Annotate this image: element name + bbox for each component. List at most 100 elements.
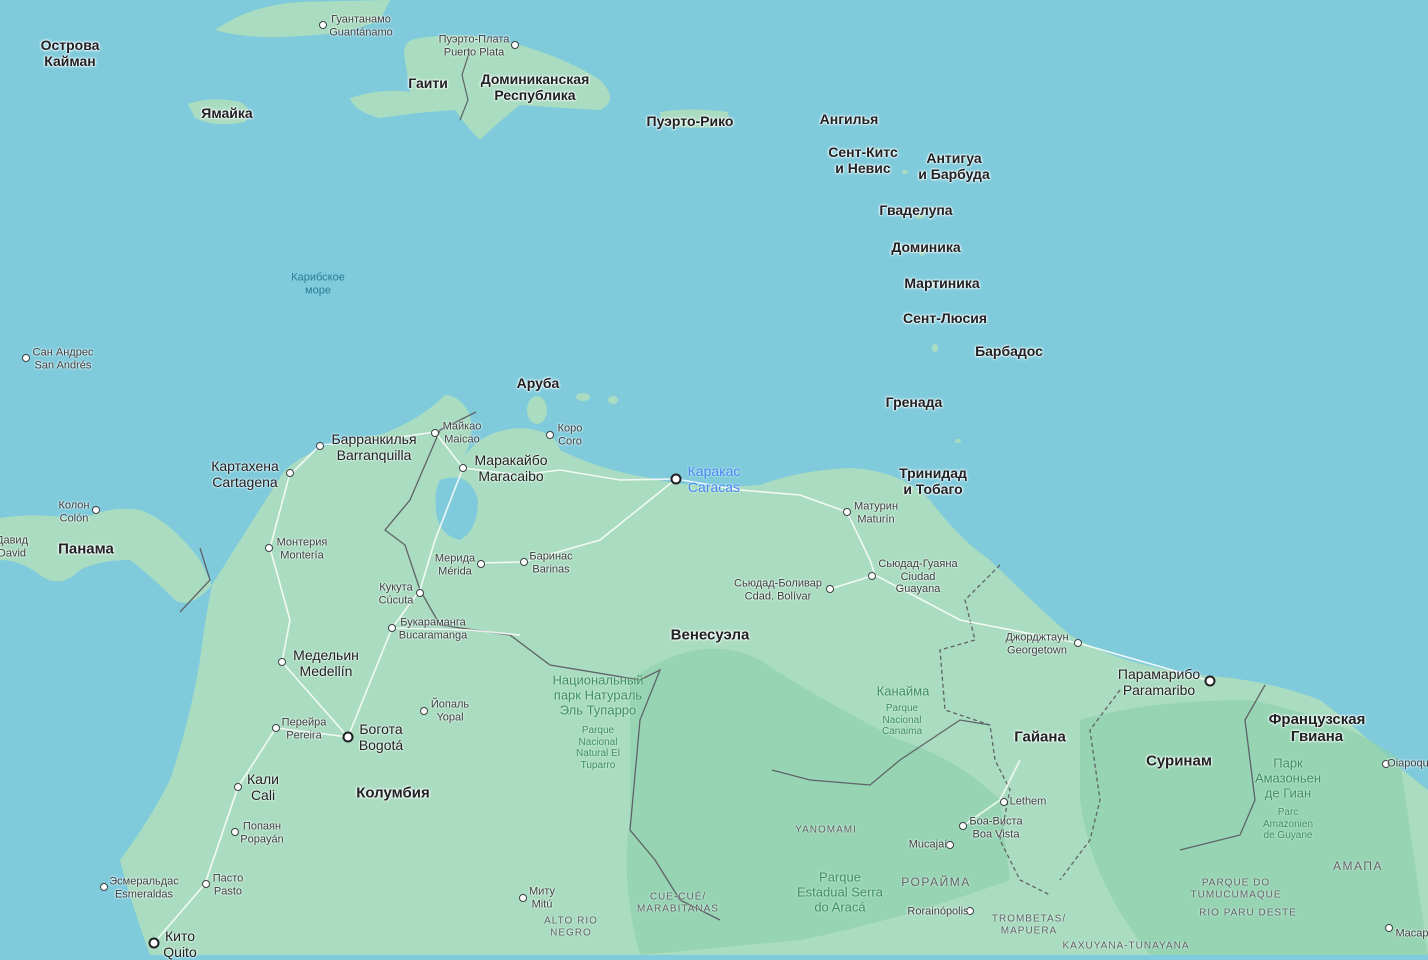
label-puerto-rico[interactable]: Пуэрто-Рико [647, 113, 734, 129]
city-dot-barranquilla[interactable] [316, 442, 324, 450]
label-esmeraldas[interactable]: Эсмеральдас Esmeraldas [109, 875, 179, 900]
label-antigua[interactable]: Антигуа и Барбуда [918, 150, 989, 182]
label-barinas[interactable]: Баринас Barinas [529, 550, 572, 575]
label-mucajai[interactable]: Mucajaí [909, 839, 948, 852]
label-maturin[interactable]: Матурин Maturín [854, 500, 898, 525]
label-georgetown[interactable]: Джорджтаун Georgetown [1005, 631, 1068, 656]
label-dominica[interactable]: Доминика [891, 239, 960, 255]
capital-dot-quito[interactable] [148, 937, 160, 949]
label-trinidad[interactable]: Тринидад и Тобаго [899, 465, 967, 497]
label-roraima[interactable]: РОРАЙМА [901, 875, 970, 890]
label-ciudad-guayana[interactable]: Сьюдад-Гуаяна Ciudad Guayana [878, 558, 957, 596]
capital-dot-paramaribo[interactable] [1204, 675, 1216, 687]
label-paramaribo[interactable]: Парамарибо Paramaribo [1118, 666, 1200, 698]
city-dot-medellin[interactable] [278, 658, 286, 666]
label-tuparro-park-es[interactable]: Parque Nacional Natural El Tuparro [576, 725, 620, 771]
label-haiti[interactable]: Гаити [408, 75, 448, 91]
label-venezuela[interactable]: Венесуэла [671, 626, 750, 643]
label-colombia[interactable]: Колумбия [356, 784, 430, 801]
label-tuparro-park[interactable]: Национальный парк Натураль Эль Тупарро [552, 673, 643, 719]
label-cali[interactable]: Кали Cali [247, 771, 279, 803]
label-mitu[interactable]: Миту Mitú [529, 885, 555, 910]
label-amazonien-park-fr[interactable]: Parc Amazonien de Guyane [1263, 807, 1313, 842]
city-dot-maturin[interactable] [843, 508, 851, 516]
label-canaima-park-es[interactable]: Parque Nacional Canaima [882, 703, 922, 738]
city-dot-san-andres[interactable] [22, 354, 30, 362]
label-maicao[interactable]: Майкао Maicao [443, 420, 482, 445]
label-amazonien-park[interactable]: Парк Амазоньен де Гиан [1255, 756, 1321, 802]
label-bogota[interactable]: Богота Bogotá [359, 721, 403, 753]
city-dot-maracaibo[interactable] [459, 464, 467, 472]
city-dot-cucuta[interactable] [416, 589, 424, 597]
label-anguilla[interactable]: Ангилья [820, 111, 879, 127]
city-dot-popayan[interactable] [231, 828, 239, 836]
city-dot-maicao[interactable] [431, 429, 439, 437]
city-dot-lethem[interactable] [1000, 798, 1008, 806]
label-boa-vista[interactable]: Боа-Виста Boa Vista [969, 815, 1022, 840]
label-oiapoque[interactable]: Oiapoque [1387, 758, 1428, 771]
city-dot-guantanamo[interactable] [319, 21, 327, 29]
label-french-guiana[interactable]: Французская Гвиана [1269, 711, 1366, 746]
city-dot-barinas[interactable] [520, 558, 528, 566]
label-coro[interactable]: Коро Coro [558, 422, 583, 447]
label-lethem[interactable]: Lethem [1010, 796, 1047, 809]
label-aruba[interactable]: Аруба [517, 375, 560, 391]
label-barbados[interactable]: Барбадос [975, 343, 1043, 359]
label-jamaica[interactable]: Ямайка [201, 105, 252, 121]
label-panama[interactable]: Панама [58, 540, 114, 557]
label-cartagena[interactable]: Картахена Cartagena [211, 458, 279, 490]
label-pasto[interactable]: Пасто Pasto [213, 872, 244, 897]
label-bucaramanga[interactable]: Букараманга Bucaramanga [399, 616, 468, 641]
label-tumucumaque[interactable]: PARQUE DO TUMUCUMAQUE [1191, 878, 1282, 901]
label-alto-rio-negro[interactable]: ALTO RIO NEGRO [544, 916, 598, 939]
label-martinique[interactable]: Мартиника [904, 275, 979, 291]
city-dot-puerto-plata[interactable] [511, 41, 519, 49]
label-barranquilla[interactable]: Барранкилья Barranquilla [331, 431, 416, 463]
label-canaima-park[interactable]: Канайма [877, 684, 930, 700]
city-dot-monteria[interactable] [265, 544, 273, 552]
label-yanomami[interactable]: YANOMAMI [795, 824, 857, 836]
city-dot-esmeraldas[interactable] [100, 883, 108, 891]
label-macapa[interactable]: Macap [1395, 928, 1428, 941]
capital-dot-caracas[interactable] [670, 473, 682, 485]
label-rio-paru[interactable]: RIO PARU DESTE [1199, 907, 1297, 919]
label-kaxuyana[interactable]: KAXUYANA-TUNAYANA [1062, 940, 1189, 952]
city-dot-cartagena[interactable] [286, 469, 294, 477]
label-suriname[interactable]: Суринам [1146, 752, 1212, 769]
city-dot-boa-vista[interactable] [959, 822, 967, 830]
label-guantanamo[interactable]: Гуантанамо Guantánamo [329, 13, 393, 38]
city-dot-pereira[interactable] [272, 724, 280, 732]
city-dot-pasto[interactable] [202, 880, 210, 888]
label-dominican-republic[interactable]: Доминиканская Республика [481, 71, 590, 103]
city-dot-ciudad-bolivar[interactable] [826, 585, 834, 593]
label-guadeloupe[interactable]: Гваделупа [879, 202, 952, 218]
label-yopal[interactable]: Йопаль Yopal [431, 698, 469, 723]
label-guyana[interactable]: Гайана [1014, 728, 1066, 745]
label-trombetas[interactable]: TROMBETAS/MAPUERA [992, 914, 1066, 937]
city-dot-ciudad-guayana[interactable] [868, 572, 876, 580]
label-cue-cue[interactable]: CUE-CUÉ/MARABITANAS [637, 892, 719, 915]
label-colon[interactable]: Колон Colón [58, 499, 89, 524]
city-dot-georgetown[interactable] [1074, 639, 1082, 647]
label-david[interactable]: ДавидDavid [0, 534, 28, 559]
label-grenada[interactable]: Гренада [886, 394, 943, 410]
label-puerto-plata[interactable]: Пуэрто-Плата Puerto Plata [439, 33, 510, 58]
label-maracaibo[interactable]: Маракайбо Maracaibo [474, 452, 547, 484]
label-cayman[interactable]: Острова Кайман [41, 37, 100, 69]
label-st-lucia[interactable]: Сент-Люсия [903, 310, 987, 326]
label-amapa[interactable]: АМАПА [1333, 859, 1383, 874]
city-dot-yopal[interactable] [420, 707, 428, 715]
city-dot-macapa[interactable] [1385, 924, 1393, 932]
city-dot-merida[interactable] [477, 560, 485, 568]
label-medellin[interactable]: Медельин Medellín [293, 647, 359, 679]
city-dot-coro[interactable] [546, 431, 554, 439]
city-dot-bucaramanga[interactable] [388, 624, 396, 632]
city-dot-colon[interactable] [92, 506, 100, 514]
label-araca-park[interactable]: Parque Estadual Serra do Aracá [797, 870, 883, 916]
label-cucuta[interactable]: Кукута Cúcuta [379, 581, 414, 606]
city-dot-mitu[interactable] [519, 894, 527, 902]
label-ciudad-bolivar[interactable]: Сьюдад-Боливар Cdad. Bolívar [734, 577, 822, 602]
label-quito[interactable]: Кито Quito [163, 928, 196, 960]
label-caracas[interactable]: Каракас Caracas [688, 463, 741, 495]
label-rorainopolis[interactable]: Rorainópolis [907, 906, 968, 919]
